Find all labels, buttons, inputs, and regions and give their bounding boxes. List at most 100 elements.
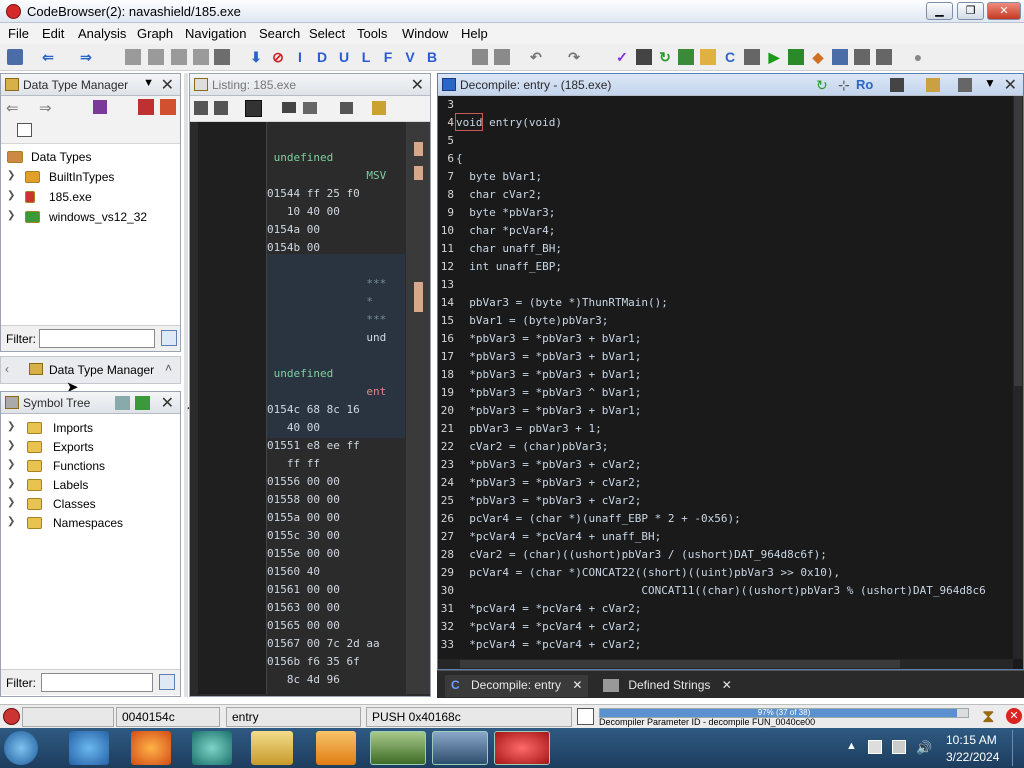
dropdown-icon[interactable]: ▼ xyxy=(143,77,154,89)
listing-line[interactable]: 0155c 30 00 xyxy=(267,529,340,542)
listing-line[interactable]: * xyxy=(267,295,373,308)
import-icon[interactable] xyxy=(115,396,130,410)
scroll-thumb[interactable] xyxy=(1014,96,1022,386)
code-line[interactable]: 21 pbVar3 = pbVar3 + 1; xyxy=(438,422,602,440)
cursor-icon[interactable] xyxy=(245,100,262,117)
options-icon[interactable] xyxy=(372,101,386,115)
close-icon[interactable]: ✕ xyxy=(1004,75,1017,95)
show-desktop-button[interactable] xyxy=(1012,730,1022,766)
listing-scrollbar[interactable] xyxy=(406,122,430,694)
code-line[interactable]: 7 byte bVar1; xyxy=(438,170,542,188)
expand-icon[interactable]: ❯ xyxy=(7,440,17,451)
listing-line[interactable]: 0155a 00 00 xyxy=(267,511,340,524)
listing-line[interactable]: 01567 00 7c 2d aa xyxy=(267,637,380,650)
listing-line[interactable]: 0154c 68 8c 16 xyxy=(267,403,360,416)
code-line[interactable]: 15 bVar1 = (byte)pbVar3; xyxy=(438,314,609,332)
listing-line[interactable]: 0156b f6 35 6f xyxy=(267,655,360,668)
navigate-icon[interactable] xyxy=(171,49,187,65)
listing-line[interactable]: ent xyxy=(267,385,386,398)
filter-options-icon[interactable] xyxy=(159,674,175,690)
code-line[interactable]: 8 char cVar2; xyxy=(438,188,542,206)
expand-icon[interactable]: ❯ xyxy=(7,478,17,489)
navigate-icon[interactable] xyxy=(193,49,209,65)
cancel-icon[interactable]: ✕ xyxy=(1006,708,1022,724)
listing-line[interactable]: 0154a 00 xyxy=(267,223,320,236)
window-icon[interactable] xyxy=(832,49,848,65)
expand-icon[interactable]: ❯ xyxy=(7,421,17,432)
console-icon[interactable] xyxy=(788,49,804,65)
folder-icon[interactable] xyxy=(700,49,716,65)
start-button[interactable] xyxy=(4,731,38,765)
expand-icon[interactable]: ❯ xyxy=(7,170,17,181)
navigate-icon[interactable] xyxy=(148,49,164,65)
tray-expand-icon[interactable]: ▲ xyxy=(846,740,857,752)
firefox-icon[interactable] xyxy=(131,731,171,765)
listing-line[interactable]: *** xyxy=(267,277,386,290)
expand-icon[interactable]: ❯ xyxy=(7,210,17,221)
toolbar-letter-d[interactable]: D xyxy=(314,49,330,65)
toolbar-letter-f[interactable]: F xyxy=(380,49,396,65)
code-line[interactable]: 18 *pbVar3 = *pbVar3 + bVar1; xyxy=(438,368,642,386)
menu-search[interactable]: Search xyxy=(259,26,300,41)
back-arrow-icon[interactable]: ⇐ xyxy=(6,99,19,117)
memory-icon[interactable] xyxy=(636,49,652,65)
forward-arrow-icon[interactable]: ⇒ xyxy=(39,99,52,117)
expand-icon[interactable]: ❯ xyxy=(7,516,17,527)
clock-date[interactable]: 3/22/2024 xyxy=(946,750,999,764)
listing-line[interactable]: 01565 00 00 xyxy=(267,619,340,632)
minimize-button[interactable]: ▁ xyxy=(926,2,953,20)
filter-options-icon[interactable] xyxy=(161,330,177,346)
code-line[interactable]: 4 void entry(void) xyxy=(438,116,562,134)
menu-window[interactable]: Window xyxy=(402,26,448,41)
decomp-vscrollbar[interactable] xyxy=(1013,96,1023,659)
expand-icon[interactable]: ❯ xyxy=(7,190,17,201)
snapshot-icon[interactable] xyxy=(958,78,972,92)
code-line[interactable]: 30 CONCAT11((char)((ushort)pbVar3 % (ush… xyxy=(438,584,986,602)
tool-icon[interactable] xyxy=(494,49,510,65)
down-arrow-icon[interactable]: ⬇ xyxy=(248,49,264,65)
refresh-icon[interactable]: ↻ xyxy=(816,77,828,94)
edit-icon[interactable] xyxy=(926,78,940,92)
network-icon[interactable] xyxy=(892,740,906,754)
code-line[interactable]: 25 *pbVar3 = *pbVar3 + cVar2; xyxy=(438,494,642,512)
listing-line[interactable]: ff ff xyxy=(267,457,320,470)
decomp-hscrollbar[interactable] xyxy=(438,659,1013,669)
diamond-icon[interactable]: ◆ xyxy=(810,49,826,65)
scroll-thumb[interactable] xyxy=(460,660,900,668)
code-line[interactable]: 29 pcVar4 = (char *)CONCAT22((short)((ui… xyxy=(438,566,840,584)
listing-code[interactable]: undefined MSV 01544 ff 25 f0 10 40 00 0154… xyxy=(267,122,405,694)
expand-icon[interactable]: ❯ xyxy=(7,459,17,470)
listing-line[interactable]: undefined xyxy=(267,367,334,380)
code-line[interactable]: 19 *pbVar3 = *pbVar3 ^ bVar1; xyxy=(438,386,642,404)
paste-icon[interactable] xyxy=(214,101,228,115)
archive-icon[interactable] xyxy=(93,100,107,114)
listing-line[interactable]: 01556 00 00 xyxy=(267,475,340,488)
clock-time[interactable]: 10:15 AM xyxy=(946,733,997,747)
stop-icon[interactable]: ⊘ xyxy=(270,49,286,65)
dtm-tab-label[interactable]: Data Type Manager xyxy=(49,363,154,377)
c-code-icon[interactable]: C xyxy=(722,49,738,65)
toolbar-letter-u[interactable]: U xyxy=(336,49,352,65)
close-icon[interactable]: ✕ xyxy=(411,75,424,95)
menu-edit[interactable]: Edit xyxy=(42,26,64,41)
read-only-toggle[interactable]: Ro xyxy=(856,77,873,92)
code-line[interactable]: 12 int unaff_EBP; xyxy=(438,260,562,278)
code-line[interactable]: 9 byte *pbVar3; xyxy=(438,206,555,224)
listing-line[interactable]: 01544 ff 25 f0 xyxy=(267,187,360,200)
dtm-filter-input[interactable] xyxy=(39,329,155,348)
code-line[interactable]: 22 cVar2 = (char)pbVar3; xyxy=(438,440,609,458)
menu-file[interactable]: File xyxy=(8,26,29,41)
toolbar-letter-b[interactable]: B xyxy=(424,49,440,65)
tree-icon[interactable] xyxy=(876,49,892,65)
notepad-taskbar-button[interactable] xyxy=(370,731,426,765)
toolbar-letter-v[interactable]: V xyxy=(402,49,418,65)
listing-line[interactable]: undefined xyxy=(267,151,334,164)
toolbar-letter-l[interactable]: L xyxy=(358,49,374,65)
code-line[interactable]: 26 pcVar4 = (char *)(unaff_EBP * 2 + -0x… xyxy=(438,512,741,530)
code-line[interactable]: 27 *pcVar4 = *pcVar4 + unaff_BH; xyxy=(438,530,662,548)
refresh-icon[interactable]: ↻ xyxy=(657,49,673,65)
menu-navigation[interactable]: Navigation xyxy=(185,26,246,41)
listing-line[interactable]: 0155e 00 00 xyxy=(267,547,340,560)
listing-line[interactable]: 8c 4d 96 xyxy=(267,673,340,686)
program-tree-icon[interactable] xyxy=(678,49,694,65)
